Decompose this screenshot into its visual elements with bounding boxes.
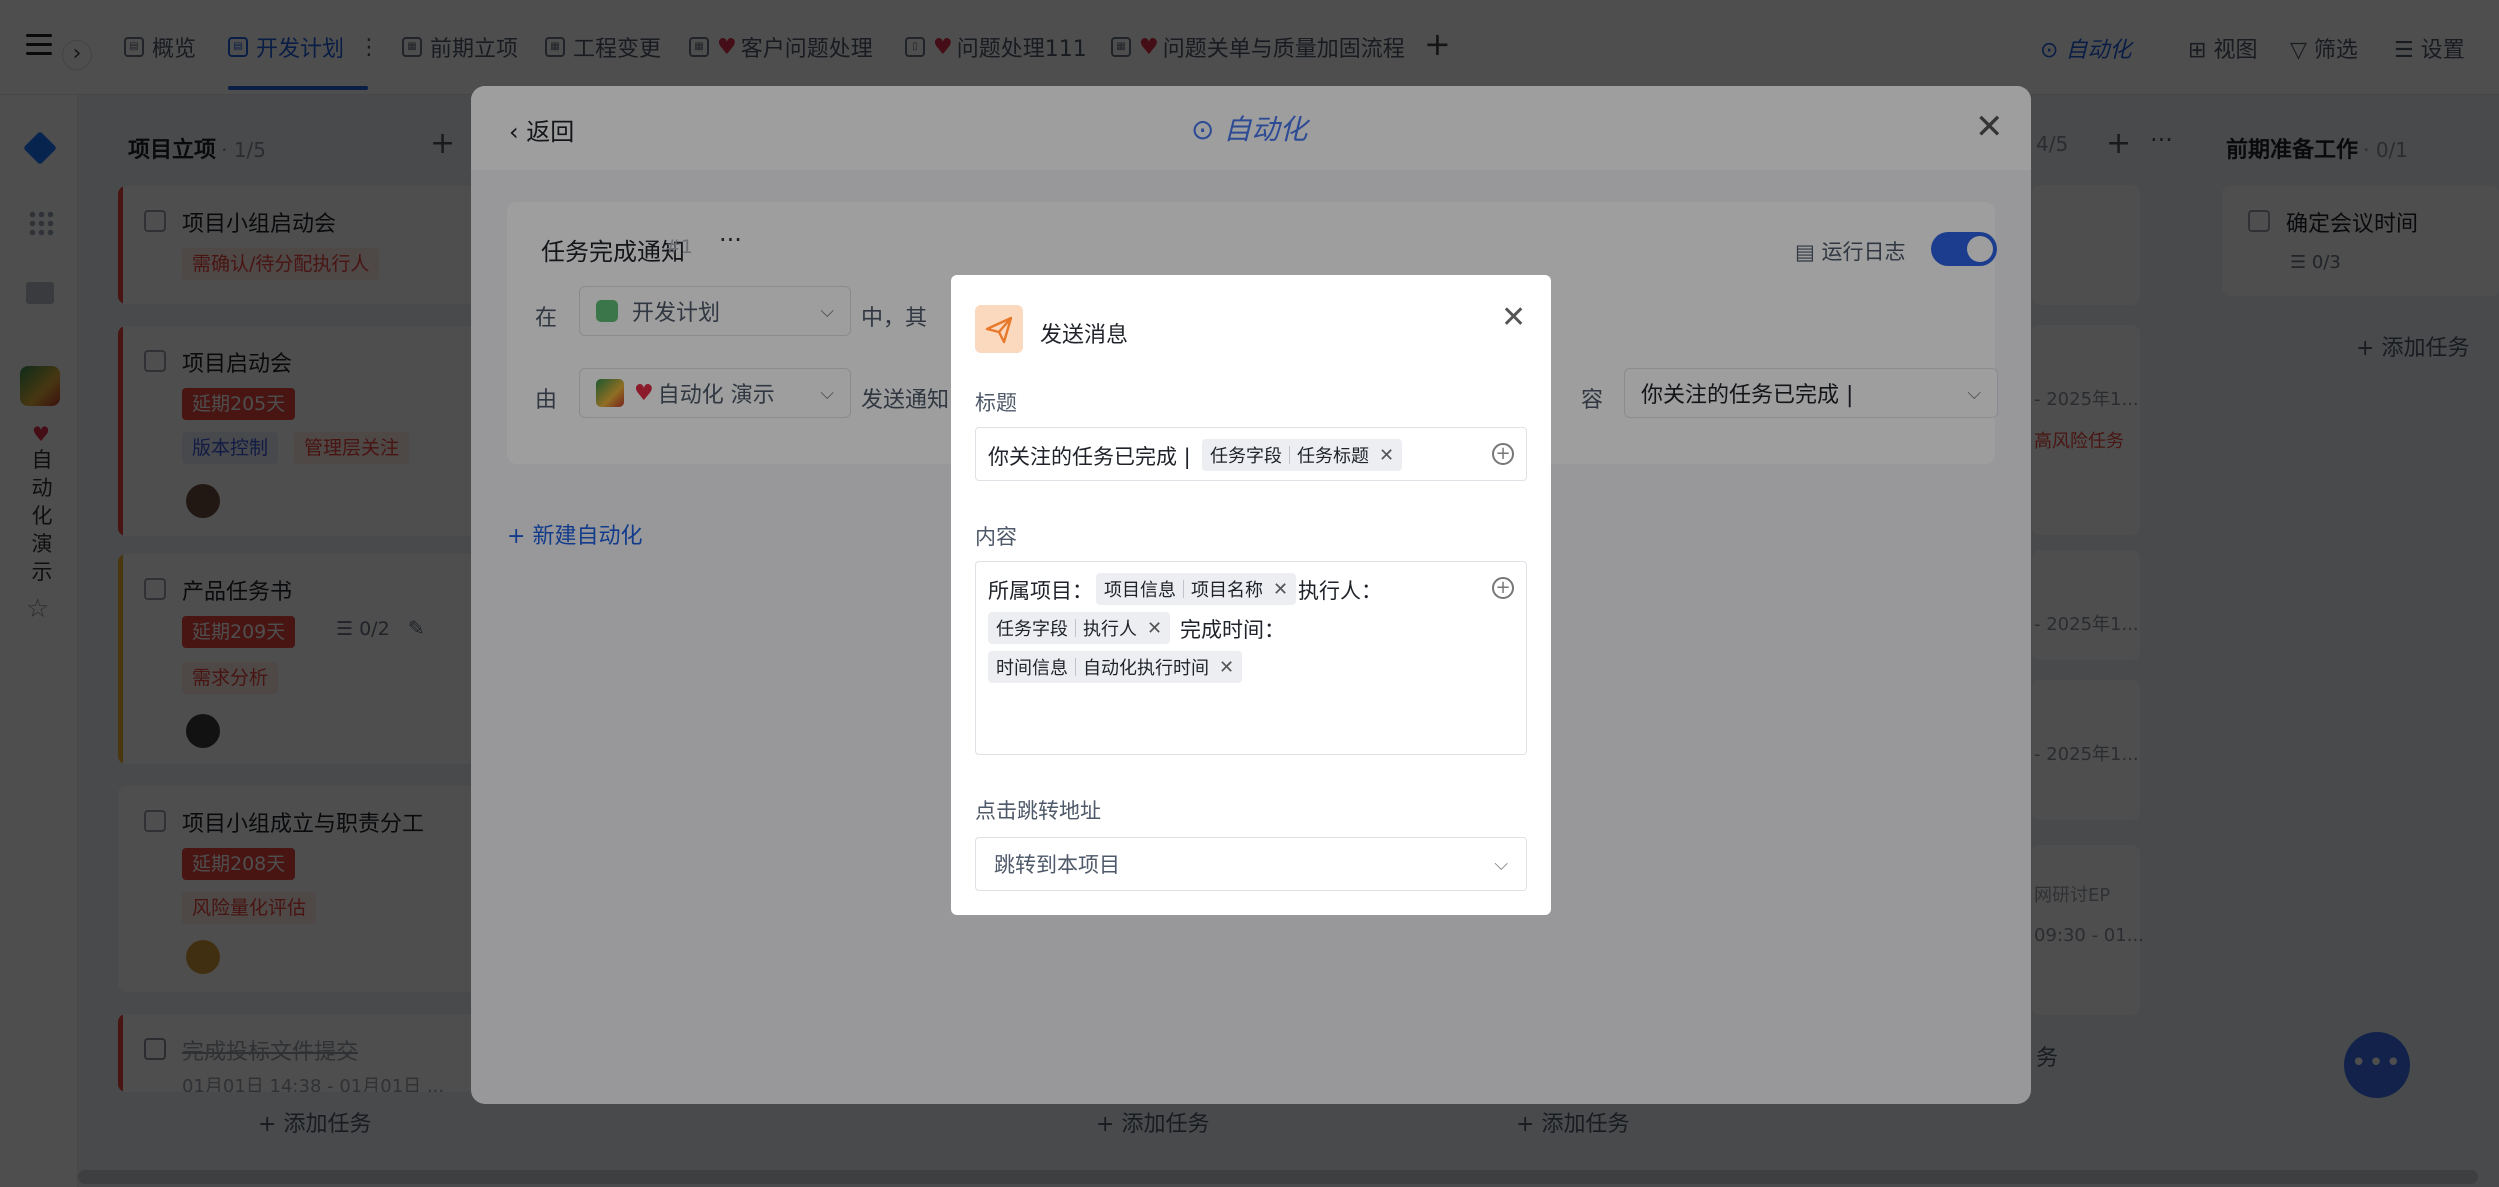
remove-chip-icon[interactable]: ✕ [1379, 445, 1394, 466]
remove-chip-icon[interactable]: ✕ [1147, 618, 1162, 639]
field-chip[interactable]: 时间信息 自动化执行时间 ✕ [988, 651, 1243, 683]
insert-field-icon[interactable]: + [1492, 443, 1514, 465]
jump-url-select[interactable]: 跳转到本项目 ⌵ [975, 837, 1527, 891]
send-message-dialog: 发送消息 ✕ 标题 你关注的任务已完成 | 任务字段 任务标题 ✕ + 内容 所属项… [951, 275, 1551, 915]
dialog-title: 发送消息 [1040, 323, 1129, 348]
remove-chip-icon[interactable]: ✕ [1219, 657, 1234, 678]
title-text: 你关注的任务已完成 | [988, 445, 1191, 469]
content-field-label: 内容 [975, 525, 1017, 549]
field-chip[interactable]: 任务字段 任务标题 ✕ [1202, 439, 1403, 471]
field-chip[interactable]: 任务字段 执行人 ✕ [988, 612, 1171, 644]
insert-field-icon[interactable]: + [1492, 577, 1514, 599]
send-icon [975, 305, 1023, 353]
close-icon[interactable]: ✕ [1501, 303, 1526, 333]
remove-chip-icon[interactable]: ✕ [1273, 579, 1288, 600]
field-chip[interactable]: 项目信息 项目名称 ✕ [1096, 573, 1297, 605]
title-field-label: 标题 [975, 391, 1017, 415]
title-field[interactable]: 你关注的任务已完成 | 任务字段 任务标题 ✕ + [975, 427, 1527, 481]
content-field[interactable]: 所属项目： 项目信息 项目名称 ✕ 执行人： + 任务字段 执行人 ✕ 完成时间： 时间… [975, 561, 1527, 755]
jump-field-label: 点击跳转地址 [975, 799, 1101, 823]
chevron-down-icon: ⌵ [1494, 853, 1508, 875]
